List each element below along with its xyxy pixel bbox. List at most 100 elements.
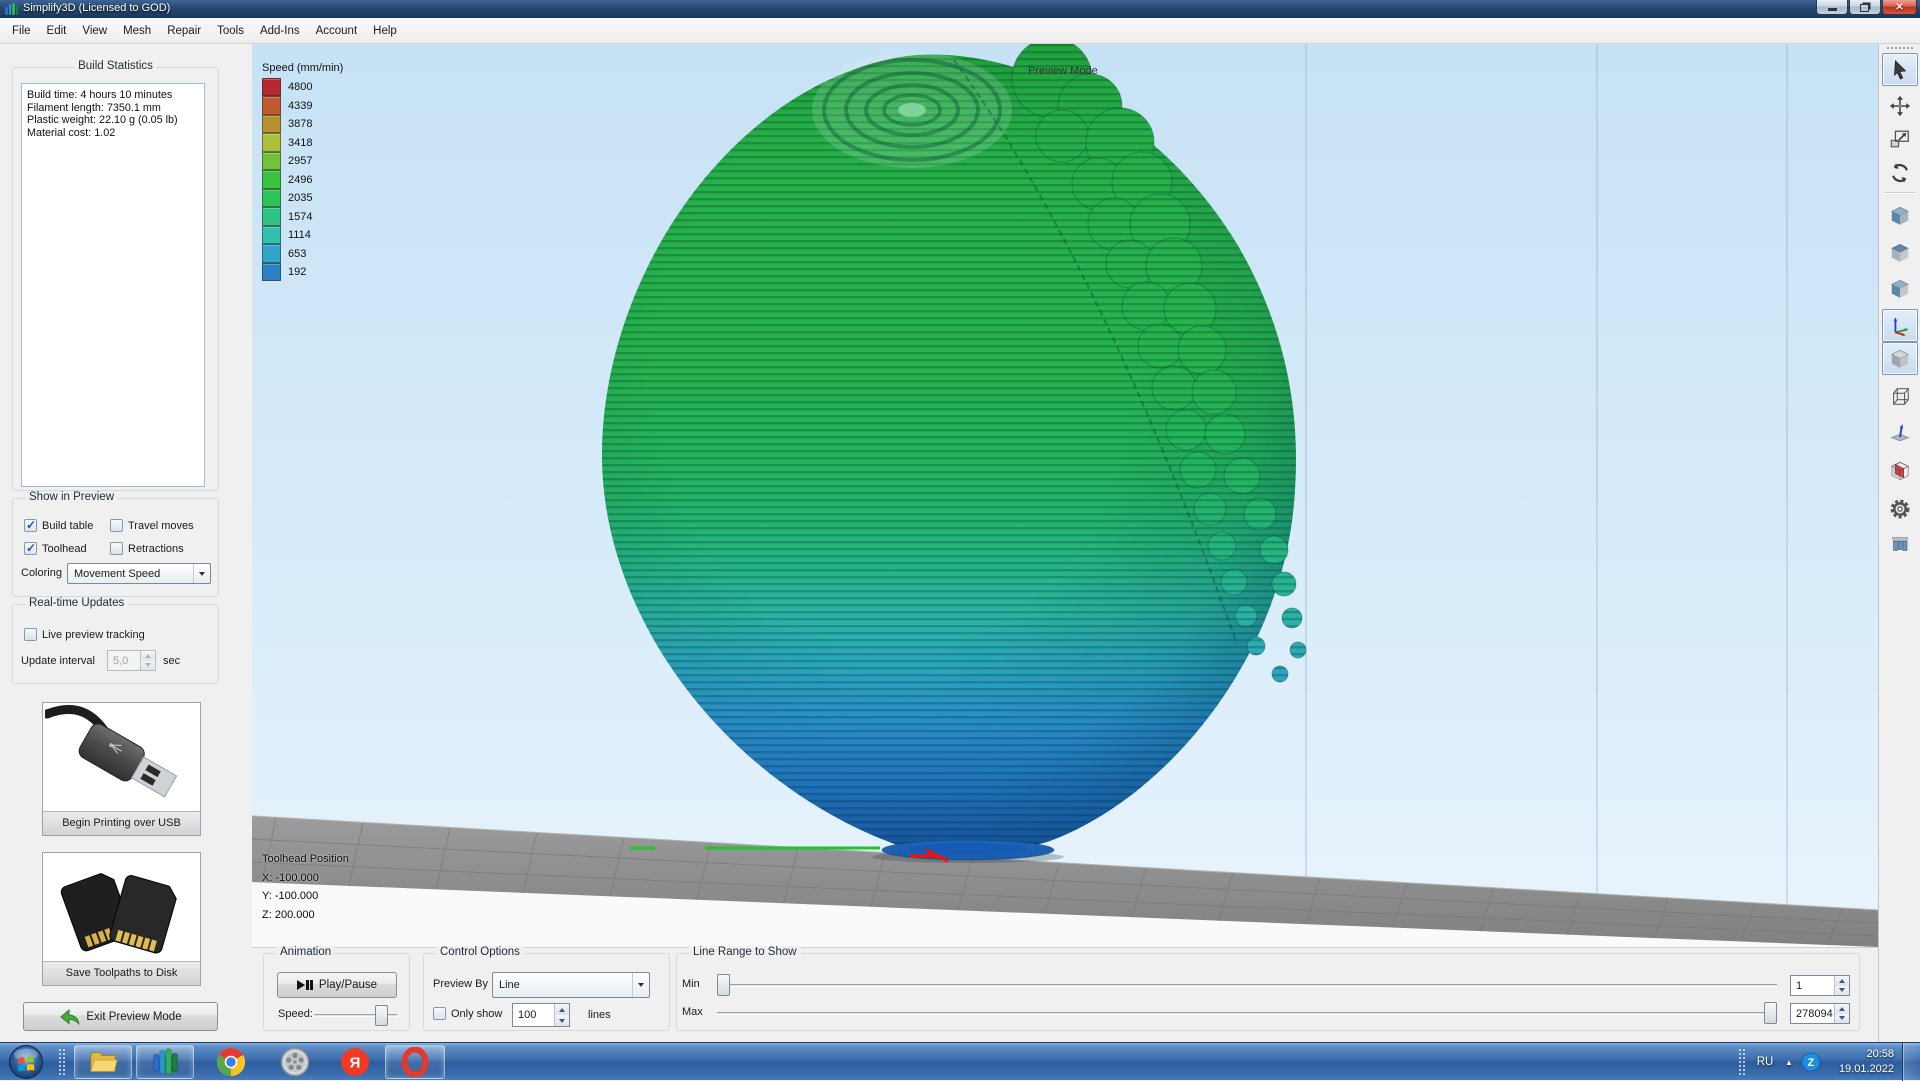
checkbox-travel-moves[interactable]: Travel moves [110, 519, 194, 532]
spinner-arrows-icon[interactable] [1834, 1004, 1849, 1023]
taskbar-media-player-button[interactable] [270, 1045, 320, 1079]
render-solid-button[interactable] [1882, 342, 1918, 375]
opera-icon [400, 1047, 430, 1077]
menu-bar: FileEditViewMeshRepairToolsAdd-InsAccoun… [0, 18, 1920, 44]
taskbar-simplify3d-button[interactable] [136, 1045, 194, 1079]
legend-entry: 1114 [262, 226, 343, 245]
preview-3d-viewport[interactable]: Speed (mm/min) 4800433938783418295724962… [252, 44, 1878, 947]
play-pause-button[interactable]: Play/Pause [277, 972, 397, 998]
view-top-button[interactable] [1882, 236, 1918, 269]
lines-count-spinner[interactable]: 100 [512, 1003, 570, 1027]
legend-entry: 2496 [262, 171, 343, 190]
machine-control-button[interactable] [1882, 527, 1918, 560]
max-slider-thumb[interactable] [1764, 1002, 1777, 1024]
tray-app-icon[interactable]: Z [1801, 1052, 1821, 1075]
preview-by-label: Preview By [433, 978, 488, 990]
svg-text:Я: Я [350, 1055, 361, 1072]
taskbar-chrome-button[interactable] [206, 1045, 256, 1079]
left-panel: Build Statistics Build time: 4 hours 10 … [0, 44, 252, 1042]
max-slider-track[interactable] [717, 1012, 1777, 1015]
live-preview-tracking-checkbox[interactable]: Live preview tracking [24, 628, 145, 641]
show-desktop-button[interactable] [1902, 1043, 1920, 1081]
speed-legend: Speed (mm/min) 4800433938783418295724962… [262, 62, 343, 282]
windows-orb-icon [8, 1044, 44, 1080]
checkbox-build-table[interactable]: Build table [24, 519, 93, 532]
begin-printing-usb-button[interactable]: Begin Printing over USB [42, 702, 201, 836]
svg-text:Z: Z [1808, 1057, 1815, 1069]
exit-preview-label: Exit Preview Mode [86, 1011, 181, 1023]
checkbox-retractions[interactable]: Retractions [110, 542, 184, 555]
taskbar-grip[interactable] [58, 1048, 66, 1076]
simplify3d-icon [150, 1047, 180, 1077]
spinner-arrows-icon[interactable] [1834, 976, 1849, 995]
app-logo-icon [5, 3, 18, 15]
view-front-button[interactable] [1882, 272, 1918, 305]
minimize-button[interactable] [1816, 0, 1848, 15]
legend-value: 1574 [281, 211, 312, 223]
menu-item-file[interactable]: File [4, 21, 39, 41]
tray-expand-icon[interactable]: ▲ [1780, 1043, 1798, 1081]
start-button[interactable] [8, 1045, 44, 1079]
build-statistics-box: Build time: 4 hours 10 minutesFilament l… [21, 83, 205, 487]
toolbar-grip[interactable] [1886, 46, 1914, 51]
speed-slider-thumb[interactable] [375, 1005, 388, 1026]
cross-section-button[interactable] [1882, 454, 1918, 487]
toolhead-z: Z: 200.000 [262, 906, 349, 925]
clock-time: 20:58 [1824, 1047, 1894, 1062]
only-show-checkbox[interactable]: Only show [433, 1007, 502, 1020]
restore-button[interactable] [1849, 0, 1881, 15]
scale-tool-icon [1889, 128, 1911, 150]
save-toolpaths-button[interactable]: Save Toolpaths to Disk [42, 852, 201, 986]
stat-line: Plastic weight: 22.10 g (0.05 lb) [27, 114, 199, 127]
update-interval-spinner[interactable]: 5,0 [107, 650, 156, 671]
checkbox-icon [110, 519, 123, 532]
surface-normals-icon [1889, 422, 1911, 444]
min-label: Min [682, 978, 700, 990]
chevron-down-icon [632, 973, 649, 997]
exit-preview-mode-button[interactable]: Exit Preview Mode [23, 1002, 218, 1031]
scale-tool-button[interactable] [1882, 122, 1918, 155]
cursor-tool-button[interactable] [1882, 53, 1918, 86]
menu-item-help[interactable]: Help [365, 21, 405, 41]
legend-value: 192 [281, 266, 306, 278]
restore-icon [1860, 4, 1869, 12]
coloring-select[interactable]: Movement Speed [67, 563, 211, 584]
legend-entry: 3878 [262, 115, 343, 134]
surface-normals-button[interactable] [1882, 416, 1918, 449]
coordinate-axes-button[interactable] [1882, 309, 1918, 342]
checkbox-toolhead[interactable]: Toolhead [24, 542, 87, 555]
taskbar-yandex-browser-button[interactable]: Я [330, 1045, 380, 1079]
menu-item-add-ins[interactable]: Add-Ins [252, 21, 308, 41]
preview-by-select[interactable]: Line [492, 972, 650, 998]
menu-item-tools[interactable]: Tools [209, 21, 252, 41]
close-icon: ✕ [1895, 2, 1903, 13]
legend-swatch [262, 115, 281, 134]
view-default-button[interactable] [1882, 199, 1918, 232]
checkbox-icon [433, 1007, 446, 1020]
menu-item-account[interactable]: Account [308, 21, 366, 41]
menu-item-edit[interactable]: Edit [39, 21, 75, 41]
spinner-arrows-icon[interactable] [140, 651, 155, 670]
menu-item-mesh[interactable]: Mesh [115, 21, 159, 41]
taskbar-opera-button[interactable] [385, 1045, 445, 1079]
taskbar-explorer-button[interactable] [74, 1045, 132, 1079]
toolhead-position-readout: Toolhead Position X: -100.000 Y: -100.00… [262, 850, 349, 924]
menu-item-repair[interactable]: Repair [159, 21, 209, 41]
render-wireframe-button[interactable] [1882, 379, 1918, 412]
legend-swatch [262, 78, 281, 97]
min-value-spinner[interactable]: 1 [1790, 975, 1850, 996]
tray-grip[interactable] [1738, 1048, 1746, 1076]
clock[interactable]: 20:58 19.01.2022 [1824, 1047, 1894, 1077]
pan-tool-button[interactable] [1882, 89, 1918, 122]
language-indicator[interactable]: RU [1752, 1043, 1778, 1081]
spinner-arrows-icon[interactable] [554, 1004, 569, 1026]
min-slider-track[interactable] [717, 984, 1777, 987]
settings-gear-button[interactable] [1882, 492, 1918, 525]
min-slider-thumb[interactable] [717, 974, 730, 996]
stat-line: Filament length: 7350.1 mm [27, 102, 199, 115]
rotate-tool-button[interactable] [1882, 156, 1918, 189]
max-value-spinner[interactable]: 278094 [1790, 1003, 1850, 1024]
close-button[interactable]: ✕ [1882, 0, 1917, 15]
menu-item-view[interactable]: View [74, 21, 115, 41]
coordinate-axes-icon [1889, 315, 1911, 337]
